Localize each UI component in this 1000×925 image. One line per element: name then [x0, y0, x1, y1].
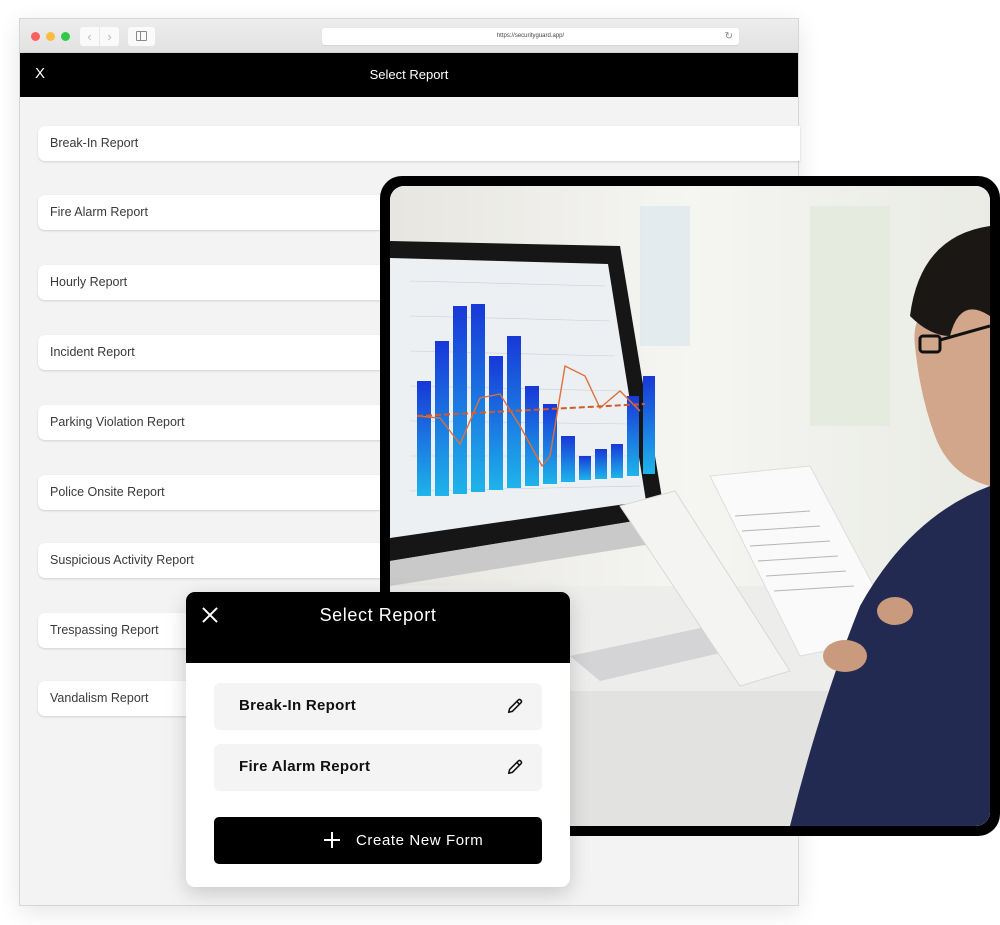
- chevron-right-icon: ›: [107, 29, 112, 44]
- chart-bar: [543, 404, 557, 484]
- page-title: Select Report: [369, 67, 449, 82]
- modal-report-item-label: Fire Alarm Report: [239, 758, 371, 775]
- address-bar[interactable]: https://securityguard.app/ ↻: [322, 28, 739, 45]
- chart-bar: [453, 306, 467, 494]
- create-new-form-button[interactable]: Create New Form: [214, 817, 542, 864]
- window-plant-blur: [810, 206, 890, 426]
- chart-bar: [561, 436, 575, 482]
- window-glow: [640, 206, 690, 346]
- chart-bar: [643, 376, 655, 474]
- url-text: https://securityguard.app/: [496, 33, 565, 39]
- pencil-icon[interactable]: [506, 697, 524, 715]
- modal-report-item[interactable]: Fire Alarm Report: [214, 744, 542, 790]
- sidebar-toggle-button[interactable]: [128, 27, 155, 46]
- browser-titlebar: ‹ › https://securityguard.app/ ↻: [20, 19, 798, 53]
- chart-bar: [435, 341, 449, 496]
- chart-bar: [579, 456, 591, 480]
- chart-bar: [611, 444, 623, 478]
- plus-icon: [324, 832, 340, 848]
- create-new-form-label: Create New Form: [356, 832, 484, 849]
- chart-bar: [417, 381, 431, 496]
- modal-report-item[interactable]: Break-In Report: [214, 683, 542, 729]
- chevron-left-icon: ‹: [87, 29, 92, 44]
- select-report-modal: Select Report Break-In Report Fire Alarm…: [186, 592, 570, 887]
- close-window-button[interactable]: [31, 32, 40, 41]
- chart-bar: [489, 356, 503, 490]
- modal-title: Select Report: [319, 605, 437, 625]
- chart-bar: [595, 449, 607, 479]
- maximize-window-button[interactable]: [61, 32, 70, 41]
- pencil-icon[interactable]: [506, 758, 524, 776]
- sidebar-icon: [136, 31, 147, 41]
- reload-icon[interactable]: ↻: [725, 28, 733, 45]
- report-list-item[interactable]: Break-In Report: [38, 126, 800, 161]
- hand: [823, 640, 867, 672]
- modal-report-item-label: Break-In Report: [239, 697, 357, 714]
- forward-button[interactable]: ›: [100, 27, 119, 46]
- back-button[interactable]: ‹: [80, 27, 99, 46]
- app-header: X Select Report: [20, 53, 798, 97]
- chart-bar: [525, 386, 539, 486]
- modal-header: Select Report: [186, 592, 570, 663]
- hand: [877, 597, 913, 625]
- minimize-window-button[interactable]: [46, 32, 55, 41]
